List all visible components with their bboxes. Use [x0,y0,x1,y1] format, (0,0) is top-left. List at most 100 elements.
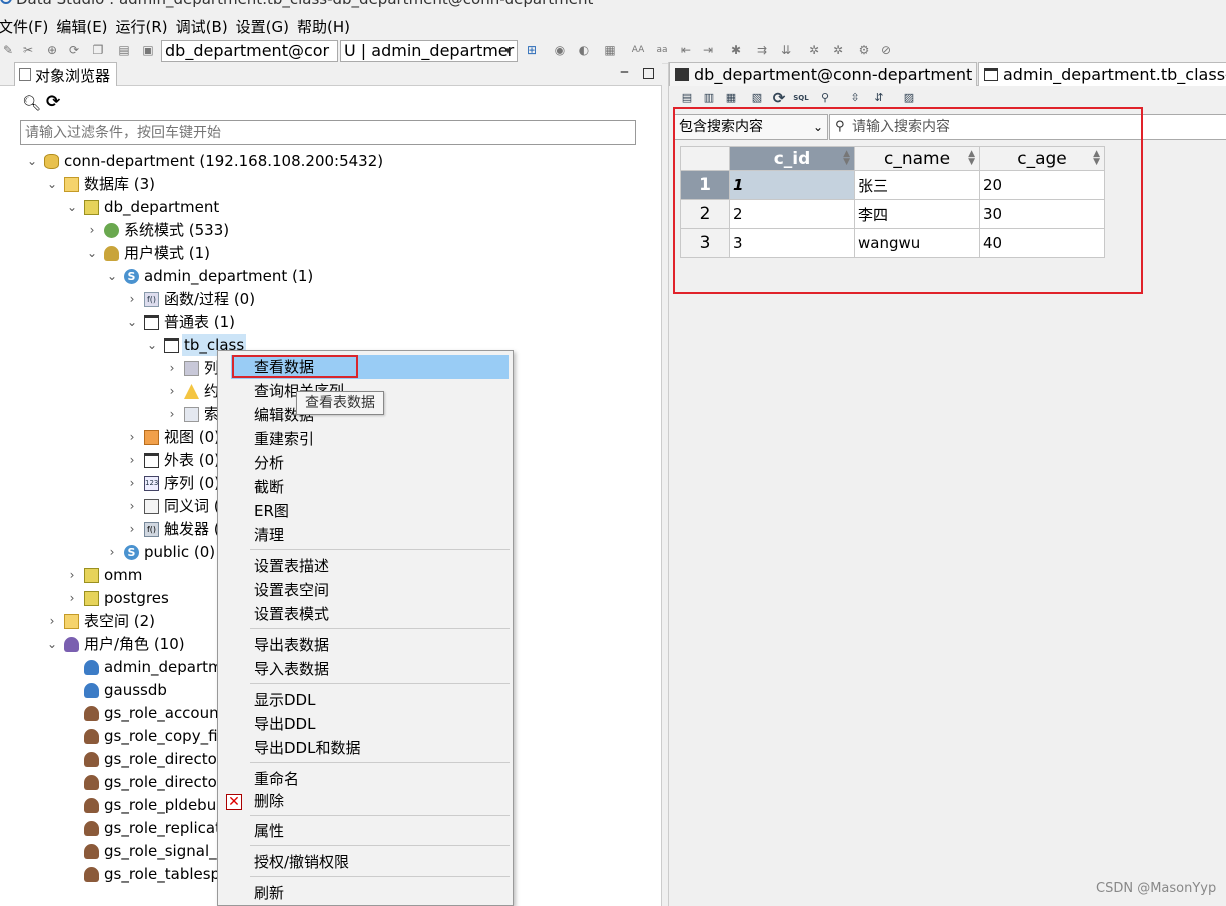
expand-icon[interactable]: › [66,587,78,609]
menu-item-export-ddl-data[interactable]: 导出DDL和数据 [254,736,360,760]
filter-input[interactable] [20,120,636,145]
menu-item-delete[interactable]: 删除 [254,789,284,813]
collapse-icon[interactable]: ⌄ [126,311,138,333]
new-connection-icon[interactable]: ⊕ [44,42,60,58]
expand-icon[interactable]: › [166,380,178,402]
export-icon[interactable]: ▦ [723,90,739,106]
lowercase-icon[interactable]: aa [654,42,670,58]
terminal-icon [675,68,689,81]
folder-icon [64,177,79,192]
open-icon[interactable]: ▤ [116,42,132,58]
expand-icon[interactable]: › [106,541,118,563]
menu-item-rebuild-index[interactable]: 重建索引 [254,427,314,451]
menu-item-export-data[interactable]: 导出表数据 [254,633,329,657]
minimize-icon[interactable]: ‒ [620,64,629,80]
bug-remove-icon[interactable]: ✲ [830,42,846,58]
role-icon [84,798,99,813]
debug-icon[interactable]: ✱ [728,42,744,58]
expand-icon[interactable]: › [126,495,138,517]
disconnect-icon[interactable]: ✂ [20,42,36,58]
expand-icon[interactable]: › [126,426,138,448]
search-icon[interactable]: 🔍︎ [22,94,41,112]
collapse-icon[interactable]: ⌄ [26,150,38,172]
menu-item-set-tablespace[interactable]: 设置表空间 [254,578,329,602]
maximize-icon[interactable] [643,68,654,79]
copy-with-header-icon[interactable]: ▥ [701,90,717,106]
menu-run[interactable]: 运行(R) [116,14,176,38]
object-browser-tabbar: 对象浏览器 ‒ [0,62,662,86]
copy-icon[interactable]: ❐ [90,42,106,58]
menu-item-er-diagram[interactable]: ER图 [254,499,289,523]
execute-icon[interactable]: ◉ [552,42,568,58]
menu-help[interactable]: 帮助(H) [297,14,358,38]
new-editor-icon[interactable]: ⊞ [524,42,540,58]
collapse-rows-icon[interactable]: ⇵ [871,90,887,106]
export-page-icon[interactable]: ▧ [749,90,765,106]
menu-item-truncate[interactable]: 截断 [254,475,284,499]
step-icon[interactable]: ◐ [576,42,592,58]
menu-item-analyze[interactable]: 分析 [254,451,284,475]
database-icon [84,568,99,583]
menu-file[interactable]: 文件(F) [0,14,56,38]
menu-debug[interactable]: 调试(B) [176,14,236,38]
menu-item-set-schema[interactable]: 设置表模式 [254,602,329,626]
sql-icon[interactable]: SQL [793,90,809,106]
expand-icon[interactable]: › [166,357,178,379]
connection-combo[interactable]: db_department@cor [161,40,338,62]
menu-item-show-ddl[interactable]: 显示DDL [254,688,315,712]
watermark: CSDN @MasonYyp [1096,881,1217,896]
menu-item-rename[interactable]: 重命名 [254,767,299,791]
schema-combo[interactable]: U | admin_departmer ▾ [340,40,518,62]
tab-object-browser[interactable]: 对象浏览器 [14,62,118,86]
properties-icon[interactable]: ▨ [901,90,917,106]
refresh-icon[interactable]: ⟳ [46,92,60,112]
save-icon[interactable]: ▣ [140,42,156,58]
tab-table-data[interactable]: admin_department.tb_class-db [978,62,1226,86]
menu-item-set-description[interactable]: 设置表描述 [254,554,329,578]
tab-connection-editor[interactable]: db_department@conn-department (1) [669,62,977,86]
terminate-icon[interactable]: ⊘ [878,42,894,58]
search-icon[interactable]: ⚲ [817,90,833,106]
expand-icon[interactable]: › [46,610,58,632]
expand-rows-icon[interactable]: ⇳ [847,90,863,106]
expand-icon[interactable]: › [126,472,138,494]
foreign-table-icon [144,453,159,468]
indent-icon[interactable]: ⇤ [678,42,694,58]
refresh-conn-icon[interactable]: ⟳ [66,42,82,58]
menu-item-properties[interactable]: 属性 [254,819,284,843]
connect-icon[interactable]: ✎ [0,42,16,58]
menu-item-export-ddl[interactable]: 导出DDL [254,712,315,736]
collapse-icon[interactable]: ⌄ [66,196,78,218]
refresh-icon[interactable]: ⟳ [771,90,787,106]
menu-separator [250,876,510,877]
menu-edit[interactable]: 编辑(E) [56,14,115,38]
menu-item-grant-revoke[interactable]: 授权/撤销权限 [254,850,349,874]
expand-icon[interactable]: › [66,564,78,586]
step-into-icon[interactable]: ⇊ [778,42,794,58]
settings-icon[interactable]: ⚙ [856,42,872,58]
menu-separator [250,815,510,816]
menu-item-refresh[interactable]: 刷新 [254,881,284,905]
collapse-icon[interactable]: ⌄ [46,173,58,195]
collapse-icon[interactable]: ⌄ [146,334,158,356]
format-icon[interactable]: ▦ [602,42,618,58]
system-schema-icon [104,223,119,238]
collapse-icon[interactable]: ⌄ [106,265,118,287]
expand-icon[interactable]: › [86,219,98,241]
expand-icon[interactable]: › [126,518,138,540]
expand-icon[interactable]: › [166,403,178,425]
bug-icon[interactable]: ✲ [806,42,822,58]
uppercase-icon[interactable]: AA [630,42,646,58]
step-over-icon[interactable]: ⇉ [754,42,770,58]
copy-icon[interactable]: ▤ [679,90,695,106]
menu-item-vacuum[interactable]: 清理 [254,523,284,547]
outdent-icon[interactable]: ⇥ [700,42,716,58]
menu-settings[interactable]: 设置(G) [236,14,297,38]
expand-icon[interactable]: › [126,288,138,310]
collapse-icon[interactable]: ⌄ [86,242,98,264]
role-icon [84,844,99,859]
menu-item-import-data[interactable]: 导入表数据 [254,657,329,681]
table-icon [144,315,159,330]
expand-icon[interactable]: › [126,449,138,471]
collapse-icon[interactable]: ⌄ [46,633,58,655]
